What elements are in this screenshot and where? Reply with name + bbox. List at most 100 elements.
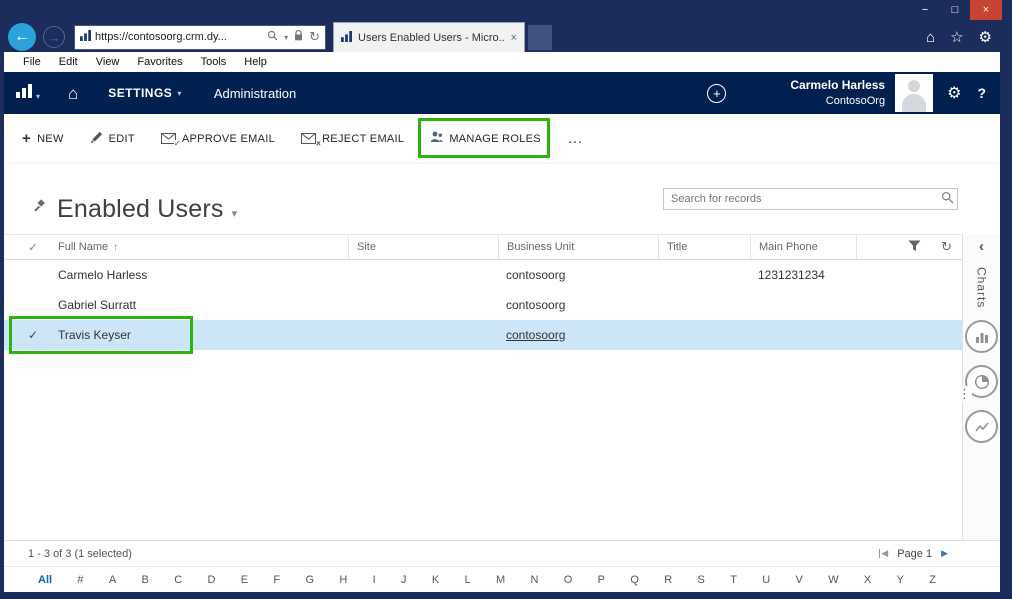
expand-charts-chevron-icon[interactable]: ‹ xyxy=(963,238,1000,255)
manage-roles-button[interactable]: MANAGE ROLES xyxy=(430,131,541,146)
alphabet-filter[interactable]: H xyxy=(339,574,347,586)
menu-view[interactable]: View xyxy=(87,56,129,68)
alphabet-filter[interactable]: P xyxy=(598,574,605,586)
edit-button[interactable]: EDIT xyxy=(90,131,135,147)
alphabet-filter-all[interactable]: All xyxy=(38,574,52,586)
alphabet-filter[interactable]: J xyxy=(401,574,407,586)
panel-resize-handle[interactable]: ⋮ xyxy=(957,386,972,402)
alphabet-filter[interactable]: C xyxy=(174,574,182,586)
alphabet-filter[interactable]: I xyxy=(373,574,376,586)
tab-close-icon[interactable]: × xyxy=(511,32,517,44)
page-title[interactable]: Enabled Users xyxy=(57,195,224,224)
alphabet-filter[interactable]: N xyxy=(531,574,539,586)
alphabet-filter[interactable]: Z xyxy=(929,574,936,586)
alphabet-filter[interactable]: T xyxy=(730,574,737,586)
menu-tools[interactable]: Tools xyxy=(192,56,236,68)
menu-edit[interactable]: Edit xyxy=(50,56,87,68)
column-header-business-unit[interactable]: Business Unit xyxy=(498,235,658,259)
menu-help[interactable]: Help xyxy=(235,56,276,68)
charts-panel-label[interactable]: Charts xyxy=(975,267,989,308)
approve-email-button[interactable]: ✓ APPROVE EMAIL xyxy=(161,133,275,145)
forward-button[interactable]: → xyxy=(43,26,65,48)
search-records-input[interactable] xyxy=(663,188,958,210)
nav-home-icon[interactable]: ⌂ xyxy=(68,85,78,102)
crm-navbar: ▾ ⌂ SETTINGS ▾ Administration + Carmelo … xyxy=(4,72,1000,114)
alphabet-filter[interactable]: A xyxy=(109,574,116,586)
menu-favorites[interactable]: Favorites xyxy=(128,56,191,68)
alphabet-filter[interactable]: V xyxy=(796,574,803,586)
alphabet-filter[interactable]: Y xyxy=(897,574,904,586)
minimize-button[interactable]: − xyxy=(910,0,940,20)
bar-chart-icon[interactable] xyxy=(965,320,998,353)
cell-full-name[interactable]: Travis Keyser xyxy=(50,328,348,342)
user-info[interactable]: Carmelo Harless ContosoOrg xyxy=(790,78,885,108)
user-avatar[interactable] xyxy=(895,74,933,112)
cell-business-unit[interactable]: contosoorg xyxy=(498,298,658,312)
quick-create-button[interactable]: + xyxy=(707,84,726,103)
column-header-title[interactable]: Title xyxy=(658,235,750,259)
alphabet-filter[interactable]: W xyxy=(828,574,838,586)
help-button[interactable]: ? xyxy=(977,85,986,101)
nav-area-administration[interactable]: Administration xyxy=(214,86,296,101)
alphabet-filter[interactable]: M xyxy=(496,574,505,586)
pin-view-icon[interactable] xyxy=(30,199,47,221)
address-bar[interactable]: https://contosoorg.crm.dy... ▾ ↻ xyxy=(74,25,326,50)
view-selector-chevron-icon[interactable]: ▾ xyxy=(232,207,238,220)
cell-full-name[interactable]: Gabriel Surratt xyxy=(50,298,348,312)
column-header-full-name[interactable]: Full Name ↑ xyxy=(50,235,348,259)
search-dropdown-icon[interactable]: ▾ xyxy=(284,33,288,42)
search-magnifier-icon[interactable] xyxy=(941,191,954,209)
grid-refresh-icon[interactable]: ↻ xyxy=(941,239,952,255)
alphabet-filter[interactable]: U xyxy=(762,574,770,586)
minimize-icon: − xyxy=(922,4,928,16)
back-button[interactable]: ← xyxy=(8,23,36,51)
row-checkbox-checked[interactable]: ✓ xyxy=(16,328,50,342)
alphabet-filter[interactable]: K xyxy=(432,574,439,586)
alphabet-filter[interactable]: D xyxy=(207,574,215,586)
next-page-button[interactable]: ▶ xyxy=(941,548,948,559)
nav-settings[interactable]: SETTINGS ▾ xyxy=(108,86,182,100)
manage-roles-label: MANAGE ROLES xyxy=(449,133,541,145)
first-page-button[interactable]: ◀ xyxy=(879,548,888,559)
select-all-checkbox[interactable]: ✓ xyxy=(16,235,50,259)
alphabet-filter[interactable]: Q xyxy=(630,574,639,586)
browser-home-icon[interactable]: ⌂ xyxy=(926,29,935,46)
crm-settings-gear-icon[interactable]: ⚙ xyxy=(947,83,961,103)
table-row-selected[interactable]: ✓ Travis Keyser contosoorg xyxy=(4,320,962,350)
alphabet-filter[interactable]: G xyxy=(305,574,314,586)
line-chart-icon[interactable] xyxy=(965,410,998,443)
browser-tab[interactable]: Users Enabled Users - Micro... × xyxy=(333,22,525,52)
alphabet-filter[interactable]: # xyxy=(77,574,83,586)
reject-email-button[interactable]: × REJECT EMAIL xyxy=(301,133,404,145)
browser-settings-gear-icon[interactable]: ⚙ xyxy=(979,28,992,46)
new-button[interactable]: + NEW xyxy=(22,131,64,146)
table-row[interactable]: Carmelo Harless contosoorg 1231231234 xyxy=(4,260,962,290)
cell-full-name[interactable]: Carmelo Harless xyxy=(50,268,348,282)
alphabet-filter[interactable]: O xyxy=(564,574,573,586)
filter-funnel-icon[interactable] xyxy=(908,240,921,255)
alphabet-filter[interactable]: S xyxy=(698,574,705,586)
menu-file[interactable]: File xyxy=(14,56,50,68)
alphabet-filter[interactable]: E xyxy=(241,574,248,586)
lock-icon xyxy=(294,28,303,46)
maximize-button[interactable]: □ xyxy=(940,0,970,20)
alphabet-filter[interactable]: R xyxy=(664,574,672,586)
more-commands-button[interactable]: … xyxy=(567,130,584,148)
alphabet-filter[interactable]: X xyxy=(864,574,871,586)
new-tab-button[interactable] xyxy=(528,25,552,50)
column-header-main-phone[interactable]: Main Phone xyxy=(750,235,856,259)
favorites-star-icon[interactable]: ☆ xyxy=(950,28,963,46)
column-header-site[interactable]: Site xyxy=(348,235,498,259)
dynamics-logo[interactable]: ▾ xyxy=(16,84,40,103)
close-button[interactable]: × xyxy=(970,0,1002,20)
refresh-icon[interactable]: ↻ xyxy=(309,29,320,45)
cell-business-unit-link[interactable]: contosoorg xyxy=(498,328,658,342)
alphabet-jump-bar: All # A B C D E F G H I J K L M N O P Q … xyxy=(4,566,1000,592)
table-row[interactable]: Gabriel Surratt contosoorg xyxy=(4,290,962,320)
cell-business-unit[interactable]: contosoorg xyxy=(498,268,658,282)
alphabet-filter[interactable]: B xyxy=(142,574,149,586)
alphabet-filter[interactable]: L xyxy=(465,574,471,586)
alphabet-filter[interactable]: F xyxy=(273,574,280,586)
sort-ascending-icon: ↑ xyxy=(113,242,118,253)
search-icon[interactable] xyxy=(267,28,278,46)
